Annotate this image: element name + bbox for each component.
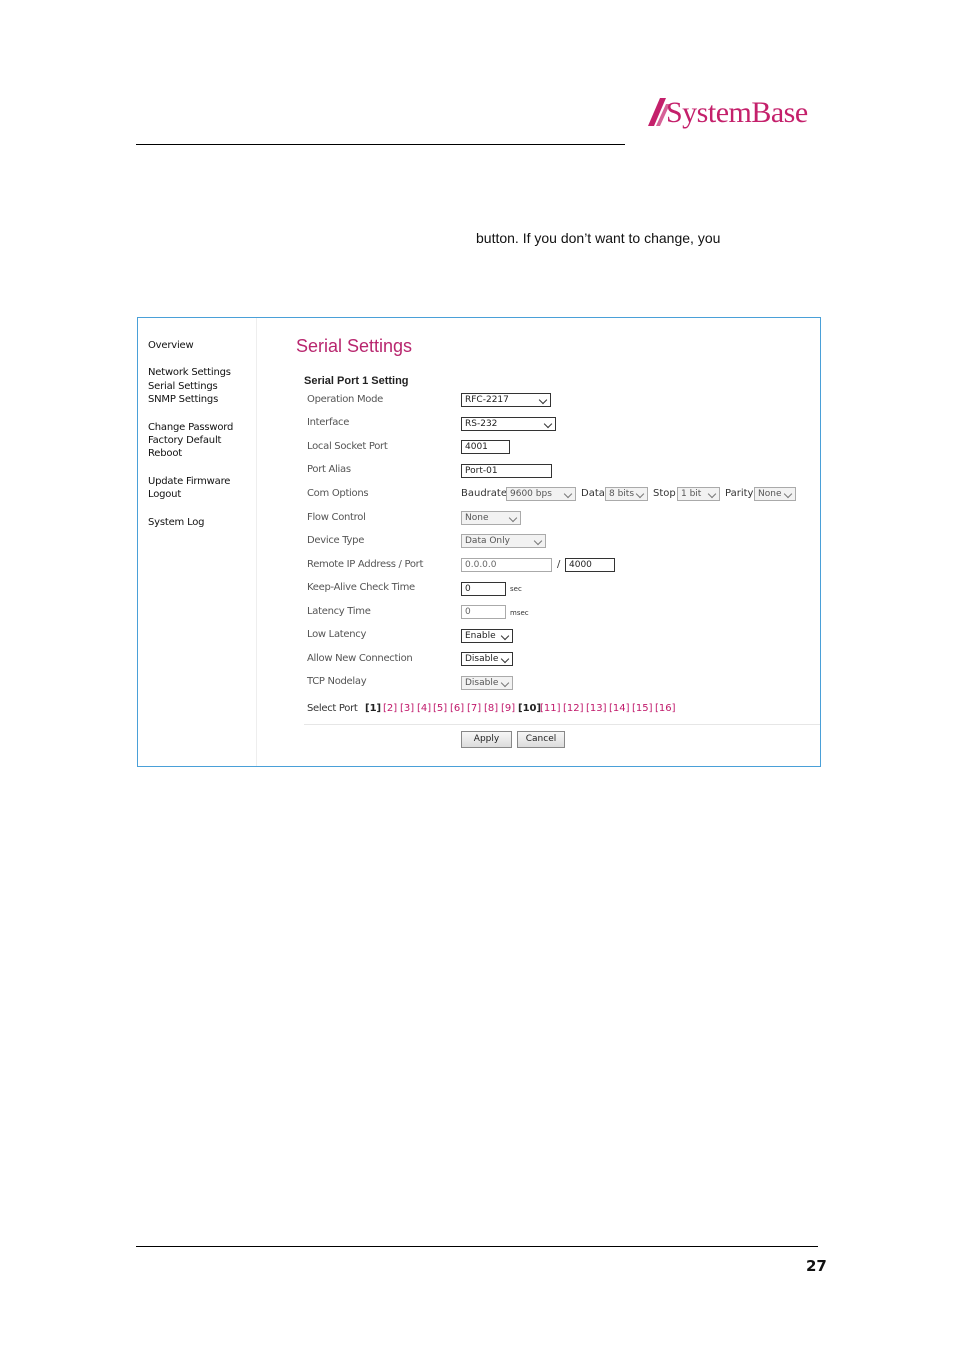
interface-label: Interface — [307, 417, 350, 428]
port-link-16[interactable]: [16] — [655, 703, 676, 714]
keepalive-unit: sec — [510, 585, 522, 593]
local-socket-port-input[interactable]: 4001 — [461, 440, 510, 454]
port-link-5[interactable]: [5] — [433, 703, 447, 714]
stop-bits-label: Stop — [653, 488, 676, 499]
flow-control-select[interactable]: None — [461, 511, 521, 525]
latency-time-input[interactable]: 0 — [461, 605, 506, 619]
baudrate-select[interactable]: 9600 bps — [506, 487, 576, 501]
web-ui-screenshot: Overview Network Settings Serial Setting… — [137, 317, 821, 767]
latency-time-unit: msec — [510, 609, 529, 617]
footer-rule — [136, 1246, 818, 1247]
keepalive-label: Keep-Alive Check Time — [307, 582, 415, 593]
sidebar-item-reboot[interactable]: Reboot — [148, 448, 182, 459]
sidebar-nav: Overview Network Settings Serial Setting… — [138, 318, 257, 766]
tcp-nodelay-select[interactable]: Disable — [461, 676, 513, 690]
allow-new-connection-label: Allow New Connection — [307, 653, 413, 664]
sidebar-item-logout[interactable]: Logout — [148, 489, 181, 500]
brand-name: SystemBase — [666, 96, 808, 129]
port-link-15[interactable]: [15] — [632, 703, 653, 714]
keepalive-input[interactable]: 0 — [461, 582, 506, 596]
baudrate-label: Baudrate — [461, 488, 507, 499]
port-link-8[interactable]: [8] — [484, 703, 498, 714]
intro-text: button. If you don’t want to change, you — [476, 230, 721, 246]
port-link-11[interactable]: [11] — [540, 703, 561, 714]
parity-label: Parity — [725, 488, 754, 499]
port-link-7[interactable]: [7] — [467, 703, 481, 714]
port-link-12[interactable]: [12] — [563, 703, 584, 714]
sidebar-item-update-firmware[interactable]: Update Firmware — [148, 476, 230, 487]
device-type-label: Device Type — [307, 535, 365, 546]
port-link-2[interactable]: [2] — [383, 703, 397, 714]
port-link-3[interactable]: [3] — [400, 703, 414, 714]
port-alias-label: Port Alias — [307, 464, 351, 475]
sidebar-item-factory-default[interactable]: Factory Default — [148, 435, 221, 446]
port-link-10[interactable]: [10] — [518, 703, 541, 714]
page-number: 27 — [806, 1257, 827, 1275]
tcp-nodelay-label: TCP Nodelay — [307, 676, 367, 687]
cancel-button[interactable]: Cancel — [517, 731, 565, 748]
apply-button[interactable]: Apply — [461, 731, 512, 748]
latency-time-label: Latency Time — [307, 606, 371, 617]
data-bits-select[interactable]: 8 bits — [605, 487, 648, 501]
section-title: Serial Port 1 Setting — [304, 375, 409, 387]
low-latency-label: Low Latency — [307, 629, 367, 640]
remote-ip-input[interactable]: 0.0.0.0 — [461, 558, 552, 572]
sidebar-item-overview[interactable]: Overview — [148, 340, 194, 351]
sidebar-item-snmp-settings[interactable]: SNMP Settings — [148, 394, 218, 405]
port-alias-input[interactable]: Port-01 — [461, 464, 552, 478]
data-bits-label: Data — [581, 488, 605, 499]
port-link-14[interactable]: [14] — [609, 703, 630, 714]
select-port-label: Select Port — [307, 703, 358, 714]
remote-ip-label: Remote IP Address / Port — [307, 559, 424, 570]
header-rule — [136, 144, 625, 145]
port-link-13[interactable]: [13] — [586, 703, 607, 714]
com-options-label: Com Options — [307, 488, 369, 499]
stop-bits-select[interactable]: 1 bit — [677, 487, 720, 501]
port-link-9[interactable]: [9] — [501, 703, 515, 714]
parity-select[interactable]: None — [754, 487, 796, 501]
button-divider — [304, 724, 820, 725]
allow-new-connection-select[interactable]: Disable — [461, 652, 513, 666]
local-socket-port-label: Local Socket Port — [307, 441, 388, 452]
operation-mode-select[interactable]: RFC-2217 — [461, 393, 551, 407]
port-link-4[interactable]: [4] — [417, 703, 431, 714]
low-latency-select[interactable]: Enable — [461, 629, 513, 643]
sidebar-item-serial-settings[interactable]: Serial Settings — [148, 381, 218, 392]
remote-port-input[interactable]: 4000 — [565, 558, 615, 572]
flow-control-label: Flow Control — [307, 512, 366, 523]
remote-ip-separator: / — [557, 559, 561, 570]
port-link-1[interactable]: [1] — [365, 703, 381, 714]
page-title: Serial Settings — [296, 336, 413, 356]
interface-select[interactable]: RS-232 — [461, 417, 556, 431]
sidebar-item-network-settings[interactable]: Network Settings — [148, 367, 231, 378]
sidebar-item-system-log[interactable]: System Log — [148, 517, 205, 528]
sidebar-item-change-password[interactable]: Change Password — [148, 422, 233, 433]
device-type-select[interactable]: Data Only — [461, 534, 546, 548]
operation-mode-label: Operation Mode — [307, 394, 383, 405]
port-link-6[interactable]: [6] — [450, 703, 464, 714]
